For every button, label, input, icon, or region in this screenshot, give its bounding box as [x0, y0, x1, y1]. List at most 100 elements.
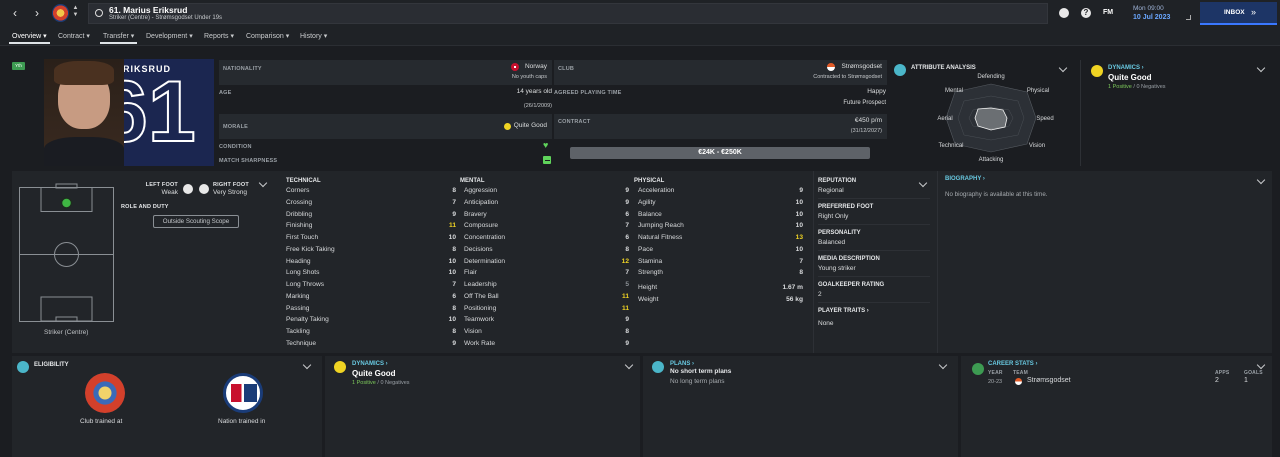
radar-axis-technical: Technical [938, 143, 963, 149]
goalkeeper-rating-label: GOALKEEPER RATING [818, 282, 885, 288]
club-crest-icon[interactable] [52, 4, 69, 22]
attr-row[interactable]: Leadership 5 [464, 280, 629, 292]
club-crest-large-icon[interactable] [85, 373, 125, 413]
divider [818, 250, 930, 251]
back-icon[interactable]: ‹ [8, 6, 22, 20]
club-value[interactable]: Strømsgodset [842, 63, 882, 70]
attr-row[interactable]: Work Rate 9 [464, 339, 629, 351]
right-foot-label: RIGHT FOOT [213, 182, 249, 188]
attr-row[interactable]: Marking 6 [286, 292, 456, 304]
nationality-value[interactable]: Norway [525, 63, 547, 70]
attr-row[interactable]: Off The Ball 11 [464, 292, 629, 304]
dynamics-bottom-value: Quite Good [352, 369, 396, 378]
condition-label: CONDITION [219, 144, 252, 150]
player-traits-value: None [818, 320, 834, 327]
nation-trained-label: Nation trained in [218, 418, 266, 425]
morale-label: MORALE [223, 124, 249, 130]
attr-row[interactable]: Crossing 7 [286, 198, 456, 210]
radar-axis-attacking: Attacking [979, 157, 1004, 163]
game-time: Mon 09:00 [1133, 5, 1164, 12]
wage-value: €450 p/m [854, 117, 882, 124]
attr-row[interactable]: First Touch 10 [286, 233, 456, 245]
attr-row[interactable]: Passing 8 [286, 304, 456, 316]
biography-text: No biography is available at this time. [945, 191, 1048, 198]
biography-title[interactable]: BIOGRAPHY › [945, 176, 985, 182]
career-stats-title[interactable]: CAREER STATS › [988, 361, 1037, 367]
attr-row[interactable]: Bravery 6 [464, 210, 629, 222]
position-marker [60, 197, 73, 209]
inbox-button[interactable]: INBOX » [1200, 2, 1277, 25]
attr-row[interactable]: Positioning 11 [464, 304, 629, 316]
attr-row[interactable]: Aggression 9 [464, 186, 629, 198]
career-apps-header: APPS [1215, 370, 1230, 376]
attr-row[interactable]: Dribbling 9 [286, 210, 456, 222]
career-apps-value: 2 [1215, 377, 1219, 384]
attr-row[interactable]: Tackling 8 [286, 327, 456, 339]
search-icon[interactable] [95, 9, 103, 17]
inbox-label: INBOX [1224, 9, 1245, 16]
attr-row[interactable]: Finishing 11 [286, 221, 456, 233]
attr-row[interactable]: Strength 8 [638, 268, 803, 280]
position-pitch [19, 183, 114, 322]
tab-overview[interactable]: Overview ▾ [9, 32, 50, 44]
attr-row[interactable]: Penalty Taking 10 [286, 315, 456, 327]
attr-row[interactable]: Determination 12 [464, 257, 629, 269]
morale-smiley-icon [504, 123, 511, 130]
attr-row[interactable]: Heading 10 [286, 257, 456, 269]
tab-bar: Overview ▾ Contract ▾ Transfer ▾ Develop… [0, 28, 1280, 46]
attribute-radar-chart: Defending Physical Speed Vision Attackin… [937, 74, 1053, 163]
attr-row[interactable]: Flair 7 [464, 268, 629, 280]
attr-row[interactable]: Technique 9 [286, 339, 456, 351]
attr-row[interactable]: Vision 8 [464, 327, 629, 339]
dynamics-title[interactable]: DYNAMICS › [1108, 65, 1144, 71]
attr-row[interactable]: Natural Fitness 13 [638, 233, 803, 245]
player-switch-icon[interactable]: ▲ ▼ [72, 5, 79, 21]
radar-axis-speed: Speed [1036, 116, 1053, 122]
career-team-value[interactable]: Strømsgodset [1027, 377, 1071, 384]
fm-button[interactable]: FM [1103, 9, 1113, 16]
dynamics-chevron-icon[interactable] [1256, 63, 1266, 73]
tab-reports[interactable]: Reports ▾ [204, 32, 234, 40]
player-shirt-card: ERIKSRUD 61 [44, 59, 214, 166]
radar-axis-physical: Physical [1027, 88, 1049, 94]
value-range-bar[interactable]: €24K - €250K [570, 147, 870, 159]
attr-row[interactable]: Teamwork 9 [464, 315, 629, 327]
dynamics-bottom-title[interactable]: DYNAMICS › [352, 361, 388, 367]
attr-row[interactable]: Agility 10 [638, 198, 803, 210]
forward-icon[interactable]: › [30, 6, 44, 20]
scouting-scope-button[interactable]: Outside Scouting Scope [153, 215, 239, 228]
attr-row[interactable]: Pace 10 [638, 245, 803, 257]
player-title[interactable]: 61. Marius Eriksrud [109, 5, 187, 15]
help-icon[interactable]: ? [1081, 8, 1091, 18]
attr-row[interactable]: Acceleration 9 [638, 186, 803, 198]
age-label: AGE [219, 90, 232, 96]
notification-icon[interactable] [1186, 15, 1191, 20]
world-icon[interactable] [1059, 8, 1069, 18]
right-foot-value: Very Strong [213, 189, 247, 196]
nation-crest-icon[interactable] [223, 373, 263, 413]
attr-row[interactable]: Corners 8 [286, 186, 456, 198]
attr-row[interactable]: Composure 7 [464, 221, 629, 233]
attr-row[interactable]: Balance 10 [638, 210, 803, 222]
tab-contract[interactable]: Contract ▾ [58, 32, 90, 40]
plans-title[interactable]: PLANS › [670, 361, 694, 367]
tab-development[interactable]: Development ▾ [146, 32, 193, 40]
media-description-value: Young striker [818, 265, 856, 272]
contract-label: CONTRACT [558, 119, 591, 125]
tab-history[interactable]: History ▾ [300, 32, 327, 40]
attr-row[interactable]: Free Kick Taking 8 [286, 245, 456, 257]
attr-row[interactable]: Jumping Reach 10 [638, 221, 803, 233]
attr-row[interactable]: Anticipation 9 [464, 198, 629, 210]
tab-transfer[interactable]: Transfer ▾ [100, 32, 138, 44]
attribute-analysis-chevron-icon[interactable] [1058, 63, 1068, 73]
attr-row[interactable]: Stamina 7 [638, 257, 803, 269]
player-traits-label[interactable]: PLAYER TRAITS › [818, 308, 869, 314]
height-row: Height 1.67 m [638, 284, 803, 291]
attr-row[interactable]: Decisions 8 [464, 245, 629, 257]
attr-row[interactable]: Long Throws 7 [286, 280, 456, 292]
attr-row[interactable]: Concentration 6 [464, 233, 629, 245]
attr-row[interactable]: Long Shots 10 [286, 268, 456, 280]
tab-comparison[interactable]: Comparison ▾ [246, 32, 289, 40]
club-label: CLUB [558, 66, 575, 72]
radar-axis-aerial: Aerial [937, 116, 952, 122]
